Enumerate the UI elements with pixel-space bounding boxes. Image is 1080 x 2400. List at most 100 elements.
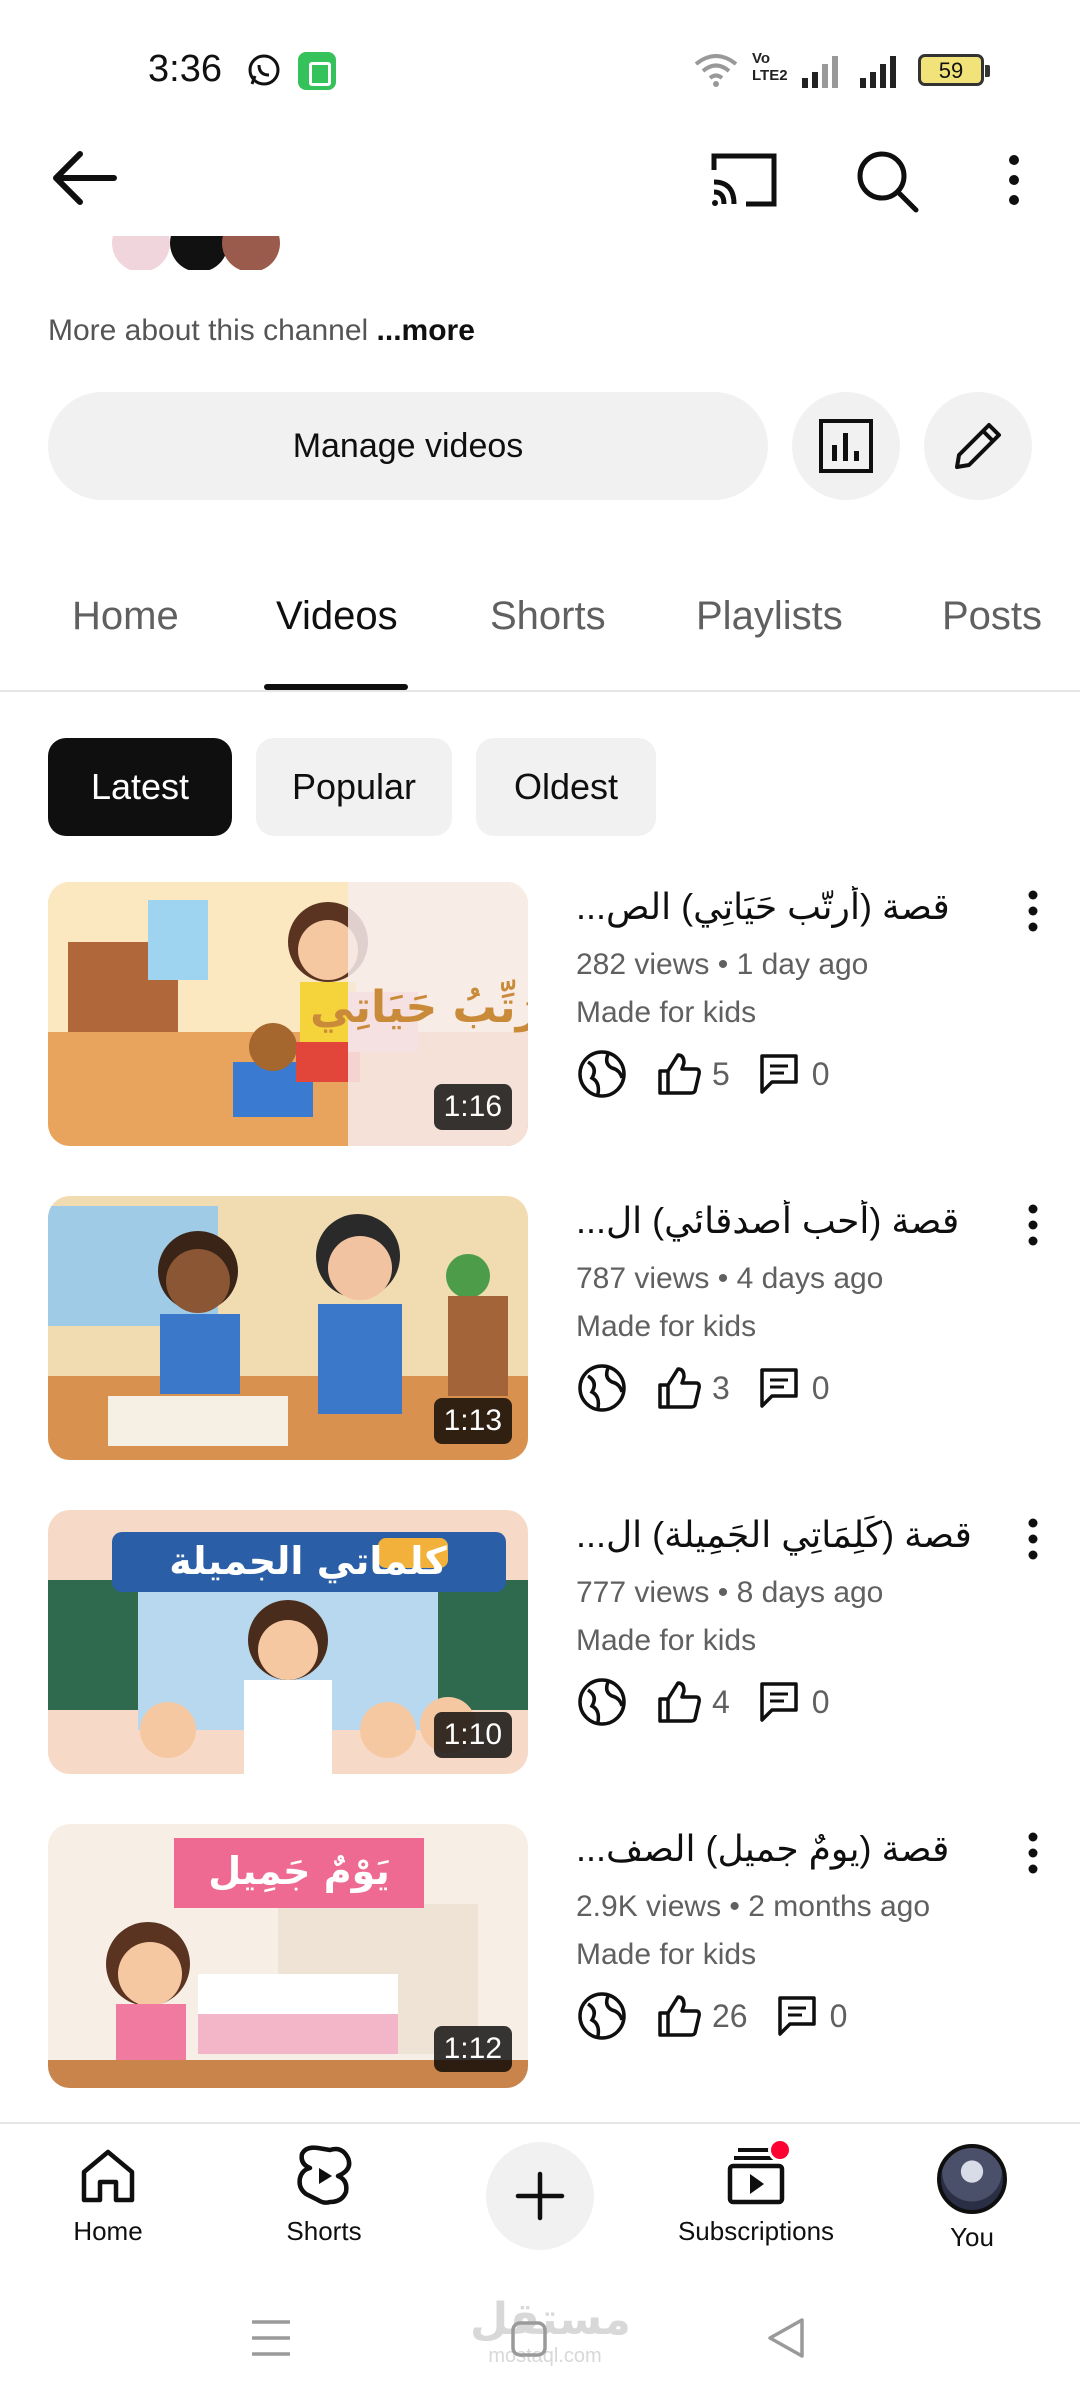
bottom-navigation: Home Shorts Subscriptions You bbox=[0, 2122, 1080, 2278]
tab-playlists[interactable]: Playlists bbox=[696, 594, 843, 639]
back-arrow-icon[interactable] bbox=[48, 148, 120, 208]
like-count: 3 bbox=[712, 1369, 730, 1406]
app-notification-icon bbox=[298, 52, 336, 90]
video-stats: 26 0 bbox=[576, 1988, 847, 2044]
wifi-icon bbox=[694, 54, 738, 87]
edit-pencil-icon bbox=[955, 423, 1001, 469]
nav-shorts-label: Shorts bbox=[286, 2216, 362, 2246]
video-item[interactable]: كلماتي الجميلة 1:10 قصة (كَلِمَاتِي الجَ… bbox=[0, 1510, 1080, 1778]
avatar bbox=[937, 2144, 1007, 2214]
video-meta: 282 views • 1 day ago bbox=[576, 948, 869, 981]
whatsapp-icon bbox=[248, 54, 280, 86]
channel-tabs: Home Videos Shorts Playlists Posts bbox=[0, 560, 1080, 692]
globe-icon bbox=[578, 1050, 626, 1098]
edit-channel-button[interactable] bbox=[924, 392, 1032, 500]
nav-subscriptions-label: Subscriptions bbox=[677, 2216, 835, 2246]
back-triangle-icon[interactable] bbox=[766, 2316, 806, 2360]
avatar bbox=[170, 236, 228, 270]
thumbs-up-icon bbox=[658, 1681, 701, 1723]
chip-popular[interactable]: Popular bbox=[256, 738, 452, 836]
nav-shorts[interactable]: Shorts bbox=[234, 2144, 414, 2247]
video-more-icon[interactable] bbox=[1018, 1830, 1048, 1876]
video-thumbnail[interactable]: 1:13 bbox=[48, 1196, 528, 1460]
video-more-icon[interactable] bbox=[1018, 888, 1048, 934]
search-icon[interactable] bbox=[852, 146, 922, 216]
plus-icon bbox=[515, 2171, 565, 2221]
video-views: 777 views bbox=[576, 1576, 710, 1609]
nav-subscriptions[interactable]: Subscriptions bbox=[666, 2138, 846, 2247]
video-more-icon[interactable] bbox=[1018, 1516, 1048, 1562]
video-thumbnail[interactable]: كلماتي الجميلة 1:10 bbox=[48, 1510, 528, 1774]
shorts-icon bbox=[297, 2145, 352, 2205]
system-navigation-bar: مستقل mostaql.com bbox=[0, 2280, 1080, 2400]
thumb-title: أرَتِّبُ حَيَاتِي bbox=[310, 978, 528, 1033]
made-for-kids-label: Made for kids bbox=[576, 1624, 757, 1657]
tab-posts[interactable]: Posts bbox=[942, 594, 1042, 639]
video-more-icon[interactable] bbox=[1018, 1202, 1048, 1248]
about-more-link[interactable]: ...more bbox=[368, 314, 475, 347]
active-tab-indicator bbox=[264, 684, 408, 690]
video-thumbnail[interactable]: يَوْمٌ جَمِيل 1:12 bbox=[48, 1824, 528, 2088]
analytics-icon bbox=[819, 419, 873, 473]
signal-icon bbox=[802, 56, 838, 88]
video-title[interactable]: قصة (أحب أصدقائي) ال... bbox=[576, 1200, 996, 1242]
video-views: 282 views bbox=[576, 948, 710, 981]
tab-home[interactable]: Home bbox=[72, 594, 179, 639]
signal-icon bbox=[860, 56, 896, 88]
comment-icon bbox=[760, 1368, 798, 1408]
chip-label: Popular bbox=[291, 766, 417, 807]
avatar bbox=[222, 236, 280, 270]
video-item[interactable]: أرَتِّبُ حَيَاتِي 1:16 قصة (أرتّب حَيَات… bbox=[0, 882, 1080, 1150]
video-item[interactable]: 1:13 قصة (أحب أصدقائي) ال... 787 views •… bbox=[0, 1196, 1080, 1464]
manage-videos-button[interactable]: Manage videos bbox=[48, 392, 768, 500]
video-meta: 2.9K views • 2 months ago bbox=[576, 1890, 931, 1923]
subscriber-avatars bbox=[112, 236, 292, 270]
made-for-kids-label: Made for kids bbox=[576, 996, 757, 1029]
video-stats: 5 0 bbox=[576, 1046, 830, 1102]
video-duration: 1:12 bbox=[433, 2026, 512, 2072]
video-title[interactable]: قصة (أرتّب حَيَاتِي) الص... bbox=[576, 886, 996, 928]
create-button[interactable] bbox=[486, 2142, 594, 2250]
thumbs-up-icon bbox=[658, 1367, 701, 1409]
thumbs-up-icon bbox=[658, 1995, 701, 2037]
battery-level: 59 bbox=[938, 58, 964, 83]
nav-home[interactable]: Home bbox=[18, 2144, 198, 2247]
video-age: 4 days ago bbox=[736, 1262, 884, 1295]
video-age: 8 days ago bbox=[736, 1576, 884, 1609]
tab-videos[interactable]: Videos bbox=[276, 594, 398, 639]
video-age: 2 months ago bbox=[748, 1890, 931, 1923]
channel-about-link[interactable]: More about this channel ...more bbox=[48, 314, 475, 348]
video-meta: 777 views • 8 days ago bbox=[576, 1576, 884, 1609]
status-bar: 3:36 Vo LTE2 59 bbox=[0, 0, 1080, 130]
made-for-kids-label: Made for kids bbox=[576, 1938, 757, 1971]
analytics-button[interactable] bbox=[792, 392, 900, 500]
video-age: 1 day ago bbox=[736, 948, 869, 981]
thumbs-up-icon bbox=[658, 1053, 701, 1095]
recent-apps-icon[interactable] bbox=[250, 2318, 292, 2358]
video-thumbnail[interactable]: أرَتِّبُ حَيَاتِي 1:16 bbox=[48, 882, 528, 1146]
chip-oldest[interactable]: Oldest bbox=[476, 738, 656, 836]
globe-icon bbox=[578, 1364, 626, 1412]
about-text: More about this channel bbox=[48, 314, 369, 347]
like-count: 4 bbox=[712, 1683, 730, 1720]
video-title[interactable]: قصة (كَلِمَاتِي الجَمِيلة) ال... bbox=[576, 1514, 996, 1556]
video-title[interactable]: قصة (يومٌ جميل) الصف... bbox=[576, 1828, 996, 1870]
chip-label: Latest bbox=[90, 766, 190, 807]
chip-latest[interactable]: Latest bbox=[48, 738, 232, 836]
home-button-icon[interactable] bbox=[510, 2320, 548, 2358]
video-views: 787 views bbox=[576, 1262, 710, 1295]
battery-icon: 59 bbox=[918, 54, 990, 86]
video-duration: 1:10 bbox=[433, 1712, 512, 1758]
avatar bbox=[112, 236, 170, 270]
more-vert-icon[interactable] bbox=[990, 150, 1038, 210]
nav-home-label: Home bbox=[73, 2216, 143, 2246]
cast-icon[interactable] bbox=[708, 148, 780, 212]
tab-shorts[interactable]: Shorts bbox=[490, 594, 606, 639]
comment-icon bbox=[777, 1996, 816, 2036]
status-time: 3:36 bbox=[148, 48, 222, 90]
nav-you[interactable]: You bbox=[882, 2144, 1062, 2253]
comment-count: 0 bbox=[811, 1055, 830, 1092]
like-count: 26 bbox=[712, 1997, 748, 2034]
video-item[interactable]: يَوْمٌ جَمِيل 1:12 قصة (يومٌ جميل) الصف.… bbox=[0, 1824, 1080, 2092]
video-duration: 1:16 bbox=[433, 1084, 512, 1130]
